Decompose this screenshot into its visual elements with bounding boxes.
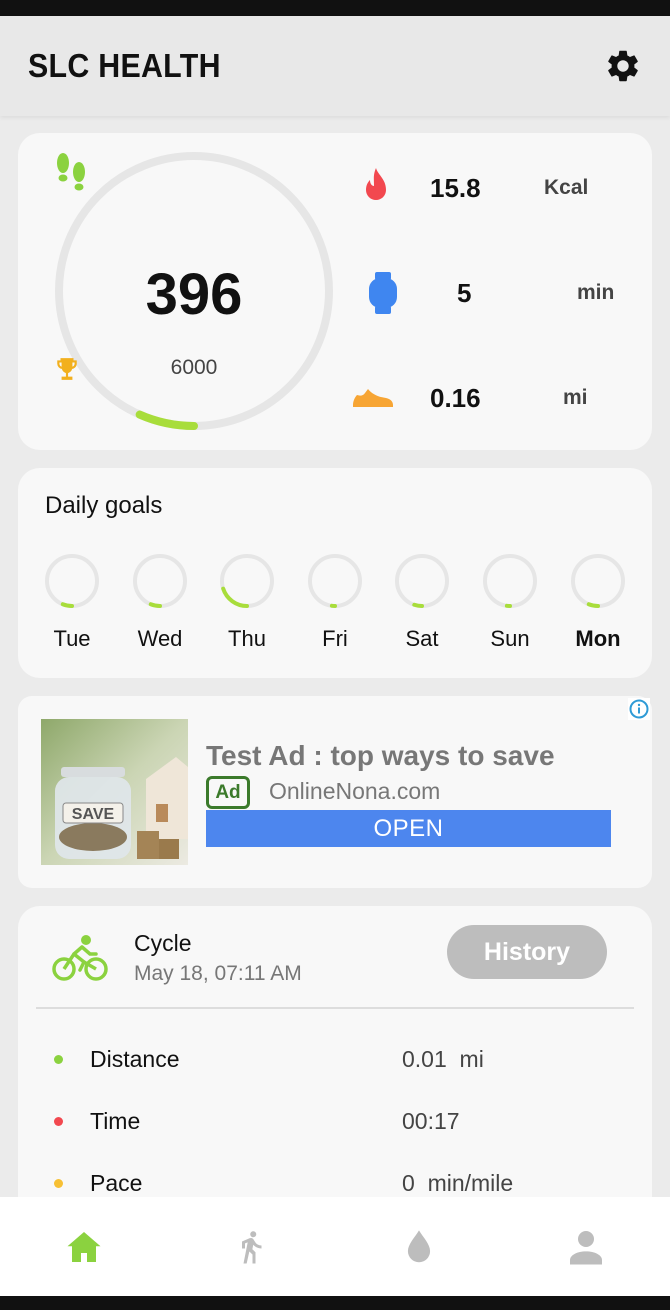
steps-goal: 6000: [54, 356, 334, 380]
steps-card: 396 6000 15.8 Kcal 5 min 0.16 mi: [18, 133, 652, 450]
day-goal-thu[interactable]: Thu: [211, 552, 283, 652]
bottom-navigation: [0, 1197, 670, 1296]
gear-icon[interactable]: [604, 47, 642, 85]
user-icon: [570, 1230, 603, 1264]
status-bar: [0, 0, 670, 16]
calories-stat: 15.8 Kcal: [353, 163, 643, 213]
nav-profile[interactable]: [503, 1197, 670, 1296]
nav-home[interactable]: [0, 1197, 168, 1296]
metric-label: Time: [90, 1108, 141, 1134]
run-icon: [242, 1230, 262, 1263]
day-label: Wed: [137, 626, 183, 651]
ad-open-button[interactable]: OPEN: [206, 810, 611, 847]
daily-goals-card: Daily goals Tue Wed Thu Fri Sat Sun Mon: [18, 468, 652, 678]
day-label: Sun: [490, 626, 530, 651]
calories-unit: Kcal: [544, 176, 589, 199]
nav-water[interactable]: [335, 1197, 503, 1296]
app-bar: SLC HEALTH: [0, 16, 670, 116]
calories-value: 15.8: [430, 172, 481, 203]
day-goal-ring: [483, 554, 537, 608]
duration-value: 5: [457, 277, 472, 308]
ad-title[interactable]: Test Ad : top ways to save: [206, 740, 555, 772]
metric-row-distance: Distance 0.01 mi: [18, 1039, 652, 1079]
metric-dot: [54, 1117, 63, 1126]
day-goal-ring: [45, 554, 99, 608]
metric-value: 0 min/mile: [402, 1170, 514, 1196]
distance-value: 0.16: [430, 382, 481, 413]
day-label: Thu: [228, 626, 266, 651]
activity-date: May 18, 07:11 AM: [134, 962, 302, 985]
day-goal-mon[interactable]: Mon: [562, 552, 634, 652]
ad-banner[interactable]: SAVE Test Ad : top ways to save Ad Onlin…: [18, 696, 652, 888]
activity-name: Cycle: [134, 930, 192, 956]
history-button[interactable]: History: [447, 925, 607, 979]
metric-dot: [54, 1055, 63, 1064]
distance-stat: 0.16 mi: [353, 373, 643, 423]
ad-badge: Ad: [206, 776, 250, 809]
ad-domain[interactable]: OnlineNona.com: [269, 778, 440, 805]
footprints-icon: [57, 153, 85, 191]
day-goal-sat[interactable]: Sat: [386, 552, 458, 652]
home-icon: [67, 1231, 101, 1262]
day-goal-tue[interactable]: Tue: [36, 552, 108, 652]
app-title: SLC HEALTH: [28, 47, 221, 84]
day-label: Fri: [322, 626, 348, 651]
daily-goals-title: Daily goals: [45, 492, 163, 519]
bicycle-icon: [52, 935, 108, 981]
steps-goal-value: 6000: [170, 356, 218, 379]
day-label: Mon: [575, 626, 621, 651]
metric-dot: [54, 1179, 63, 1188]
metric-value: 0.01 mi: [402, 1046, 484, 1072]
metric-label: Pace: [90, 1170, 143, 1196]
day-goal-ring: [571, 554, 625, 608]
metric-value: 00:17: [402, 1108, 460, 1134]
trophy-icon: [57, 358, 77, 380]
ad-image[interactable]: SAVE: [41, 719, 188, 865]
metric-row-time: Time 00:17: [18, 1101, 652, 1141]
system-nav-bar: [0, 1296, 670, 1310]
ad-info-icon[interactable]: [628, 698, 650, 720]
duration-stat: 5 min: [353, 268, 643, 318]
day-goal-wed[interactable]: Wed: [124, 552, 196, 652]
steps-count: 396: [145, 262, 243, 327]
nav-activity[interactable]: [168, 1197, 336, 1296]
day-goal-ring: [220, 554, 274, 608]
duration-unit: min: [577, 281, 615, 304]
fire-icon: [366, 168, 386, 200]
day-goal-ring: [308, 554, 362, 608]
day-label: Tue: [53, 626, 91, 651]
drop-icon: [407, 1229, 430, 1262]
watch-icon: [369, 272, 397, 314]
day-goal-ring: [133, 554, 187, 608]
day-goal-ring: [395, 554, 449, 608]
day-goal-fri[interactable]: Fri: [299, 552, 371, 652]
distance-unit: mi: [563, 386, 588, 409]
divider: [36, 1007, 634, 1009]
shoe-icon: [353, 389, 393, 407]
metric-label: Distance: [90, 1046, 180, 1072]
ad-jar-label: SAVE: [72, 806, 115, 823]
steps-ring: 396 6000: [54, 151, 334, 431]
activity-card[interactable]: Cycle May 18, 07:11 AM History Distance 0…: [18, 906, 652, 1226]
day-label: Sat: [405, 626, 439, 651]
day-goal-sun[interactable]: Sun: [474, 552, 546, 652]
